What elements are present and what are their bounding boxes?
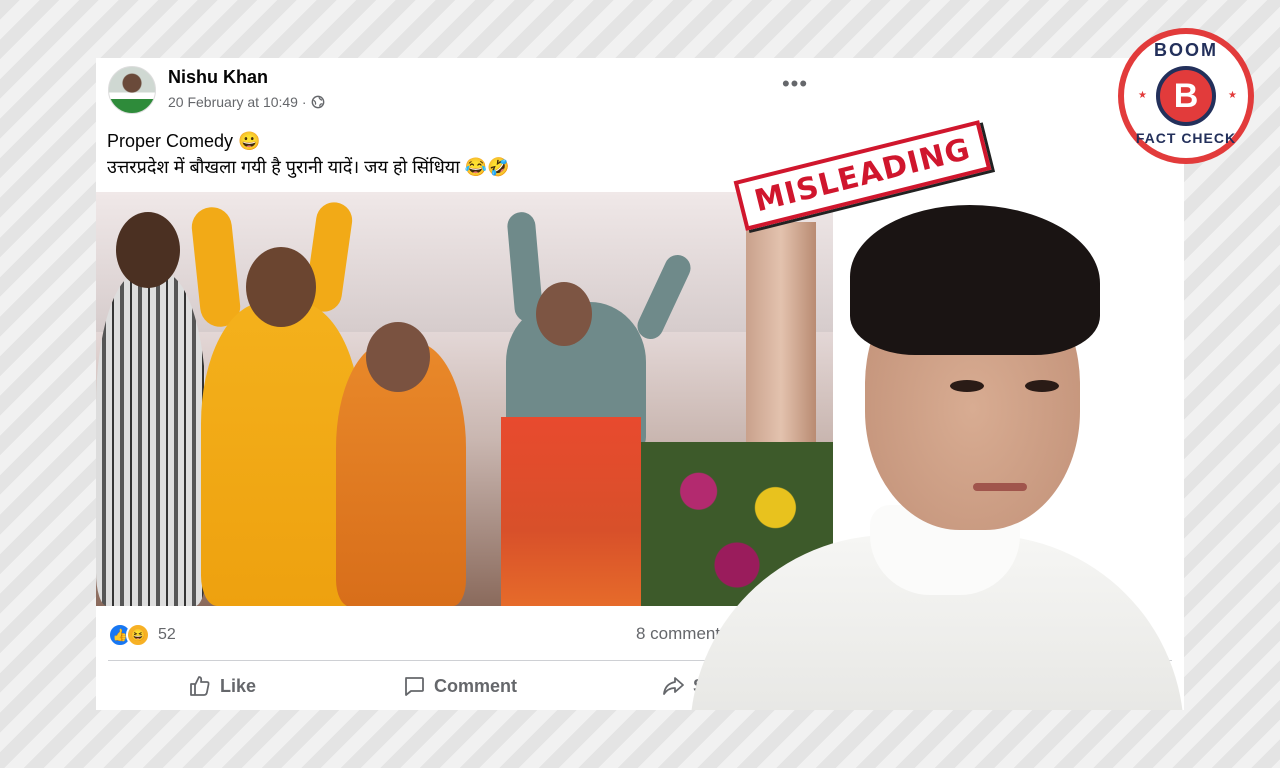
author-avatar[interactable] (108, 66, 156, 114)
video-person-3-head (366, 322, 430, 392)
badge-star-icon: ★ (1138, 90, 1147, 101)
haha-reaction-icon: 😆 (126, 623, 150, 647)
portrait-mouth (973, 483, 1027, 491)
video-person-2-head (246, 247, 316, 327)
portrait-eye (950, 380, 984, 392)
video-person-1-head (116, 212, 180, 288)
portrait-hair (850, 205, 1100, 355)
like-label: Like (220, 675, 257, 696)
overlay-portrait (690, 205, 1184, 710)
boom-fact-check-badge: BOOM ★ ★ B FACT CHECK (1118, 28, 1254, 164)
post-meta: 20 February at 10:49 · (168, 94, 325, 110)
thumbs-up-icon (190, 676, 210, 696)
author-name[interactable]: Nishu Khan (168, 67, 268, 88)
badge-letter: B (1156, 66, 1216, 126)
post-timestamp[interactable]: 20 February at 10:49 · (168, 94, 307, 110)
caption-line-2: उत्तरप्रदेश में बौखला गयी है पुरानी यादे… (107, 157, 510, 177)
share-icon (663, 677, 684, 695)
badge-star-icon: ★ (1228, 90, 1237, 101)
reactions-summary[interactable]: 👍 😆 52 (108, 623, 176, 647)
globe-icon (311, 95, 324, 109)
post-caption: Proper Comedy 😀 उत्तरप्रदेश में बौखला गय… (107, 128, 510, 180)
portrait-eye (1025, 380, 1059, 392)
badge-top-text: BOOM (1154, 40, 1218, 60)
more-options-icon[interactable]: ••• (780, 73, 810, 98)
video-podium (501, 417, 641, 606)
badge-bottom-text: FACT CHECK (1135, 130, 1237, 146)
comment-icon (405, 677, 424, 696)
caption-line-1: Proper Comedy 😀 (107, 131, 261, 151)
video-speaker-head (536, 282, 592, 346)
comment-label: Comment (434, 675, 518, 696)
video-person-1 (96, 272, 206, 606)
like-button[interactable]: Like (188, 674, 256, 698)
reaction-count: 52 (158, 626, 176, 643)
comment-button[interactable]: Comment (402, 674, 517, 698)
